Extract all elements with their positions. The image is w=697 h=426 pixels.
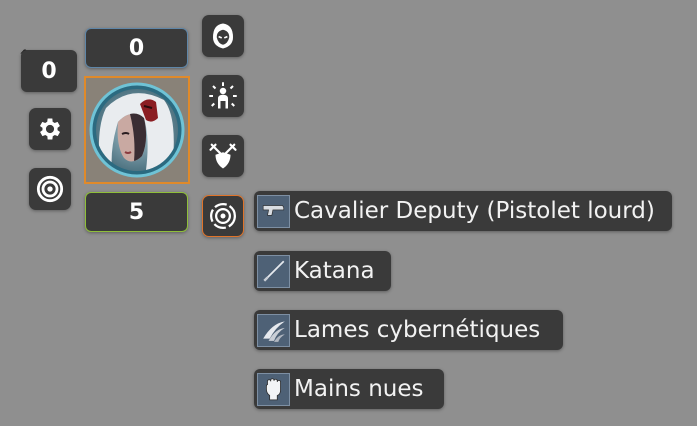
weapon-label: Lames cybernétiques — [294, 317, 541, 343]
weapon-item-pistol[interactable]: Cavalier Deputy (Pistolet lourd) — [254, 191, 672, 231]
crossed-swords-shield-icon — [209, 143, 237, 169]
weapon-item-cyber-blades[interactable]: Lames cybernétiques — [254, 310, 563, 350]
target-rings-icon — [210, 203, 236, 229]
target-button[interactable] — [29, 168, 71, 210]
bar-bottom-value[interactable]: 5 — [85, 192, 188, 232]
settings-button[interactable] — [29, 108, 71, 150]
token-portrait — [89, 82, 185, 178]
aura-figure-icon — [209, 82, 237, 109]
attack-button[interactable] — [202, 195, 244, 237]
weapon-item-unarmed[interactable]: Mains nues — [254, 369, 444, 409]
fist-icon — [257, 372, 290, 406]
target-icon — [36, 175, 64, 203]
pistol-icon — [257, 194, 290, 228]
effects-button[interactable] — [202, 75, 244, 117]
elevation-value[interactable]: 0 — [21, 50, 77, 92]
gear-icon — [39, 118, 61, 140]
bar-top-value[interactable]: 0 — [85, 28, 188, 68]
sword-icon — [257, 254, 290, 288]
hooded-figure-icon — [213, 23, 233, 49]
character-sheet-button[interactable] — [202, 15, 244, 57]
weapon-label: Katana — [294, 258, 375, 284]
token-frame[interactable] — [84, 76, 190, 184]
weapon-label: Mains nues — [294, 376, 424, 402]
weapon-item-katana[interactable]: Katana — [254, 251, 391, 291]
weapon-label: Cavalier Deputy (Pistolet lourd) — [294, 198, 655, 224]
combat-button[interactable] — [202, 135, 244, 177]
claw-blades-icon — [257, 313, 290, 347]
